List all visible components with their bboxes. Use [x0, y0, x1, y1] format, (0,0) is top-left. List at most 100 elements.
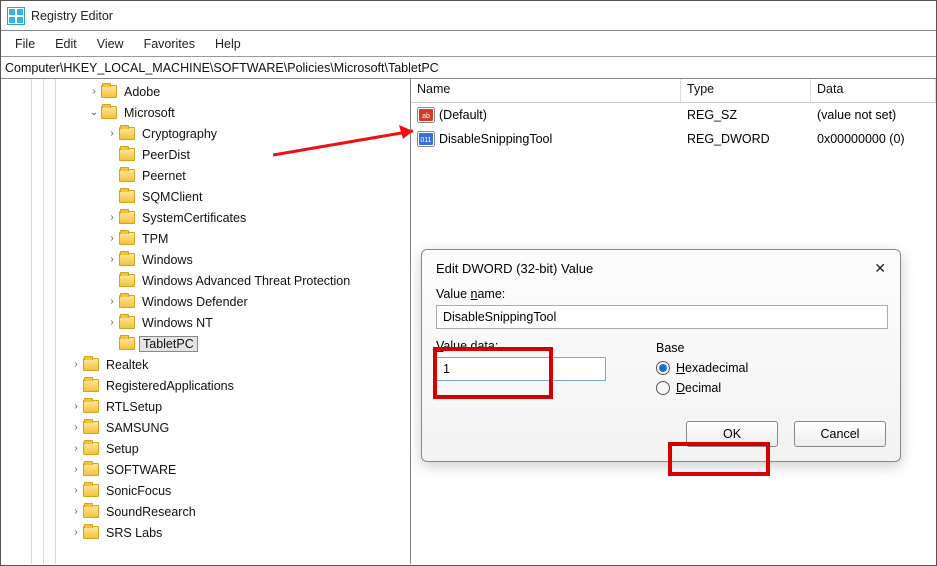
regedit-icon: [7, 7, 25, 25]
chevron-icon[interactable]: ›: [69, 401, 83, 412]
registry-tree[interactable]: ›Adobe⌄Microsoft›CryptographyPeerDistPee…: [1, 81, 410, 543]
tree-item-label: Windows: [139, 253, 196, 267]
menu-help[interactable]: Help: [205, 34, 251, 54]
chevron-icon[interactable]: ›: [105, 296, 119, 307]
tree-item[interactable]: › Cryptography: [1, 123, 410, 144]
folder-icon: [101, 85, 117, 98]
tree-item[interactable]: ›SOFTWARE: [1, 459, 410, 480]
base-label: Base: [656, 341, 886, 355]
value-name-label: Value name:: [436, 287, 886, 301]
col-data[interactable]: Data: [811, 79, 936, 102]
folder-icon: [83, 484, 99, 497]
tree-item[interactable]: ›Windows Defender: [1, 291, 410, 312]
tree-item-label: SonicFocus: [103, 484, 174, 498]
radio-icon: [656, 381, 670, 395]
tree-item-label: RegisteredApplications: [103, 379, 237, 393]
value-icon: ab: [417, 107, 435, 123]
folder-icon: [101, 106, 117, 119]
chevron-icon[interactable]: ›: [69, 359, 83, 370]
tree-item[interactable]: › SoundResearch: [1, 501, 410, 522]
chevron-icon[interactable]: ›: [69, 527, 83, 538]
chevron-icon[interactable]: ›: [69, 485, 83, 496]
col-type[interactable]: Type: [681, 79, 811, 102]
close-icon[interactable]: ✕: [874, 260, 886, 277]
radio-hexadecimal[interactable]: Hexadecimal: [656, 361, 886, 375]
tree-item-label: Windows NT: [139, 316, 216, 330]
value-row[interactable]: 011DisableSnippingToolREG_DWORD0x0000000…: [411, 127, 936, 151]
tree-item[interactable]: ⌄ Microsoft: [1, 102, 410, 123]
tree-item[interactable]: ›SystemCertificates: [1, 207, 410, 228]
folder-icon: [119, 169, 135, 182]
chevron-icon[interactable]: ›: [69, 506, 83, 517]
col-name[interactable]: Name: [411, 79, 681, 102]
tree-item[interactable]: › TPM: [1, 228, 410, 249]
tree-item-label: Peernet: [139, 169, 189, 183]
value-data-input[interactable]: [436, 357, 606, 381]
tree-item[interactable]: ›Adobe: [1, 81, 410, 102]
tree-item[interactable]: › SonicFocus: [1, 480, 410, 501]
chevron-icon[interactable]: ›: [105, 317, 119, 328]
tree-item-label: Cryptography: [139, 127, 220, 141]
menu-bar: File Edit View Favorites Help: [1, 31, 936, 57]
radio-icon: [656, 361, 670, 375]
tree-item-label: SoundResearch: [103, 505, 199, 519]
value-list[interactable]: ab(Default)REG_SZ(value not set)011Disab…: [411, 103, 936, 151]
tree-item[interactable]: SQMClient: [1, 186, 410, 207]
chevron-icon[interactable]: ›: [87, 86, 101, 97]
tree-item[interactable]: › RTLSetup: [1, 396, 410, 417]
tree-item-label: RTLSetup: [103, 400, 165, 414]
tree-item[interactable]: › SAMSUNG: [1, 417, 410, 438]
tree-item[interactable]: ›Realtek: [1, 354, 410, 375]
radio-decimal[interactable]: Decimal: [656, 381, 886, 395]
chevron-icon[interactable]: ›: [105, 233, 119, 244]
value-name: (Default): [439, 108, 487, 122]
svg-text:011: 011: [420, 137, 431, 144]
tree-item-label: SAMSUNG: [103, 421, 172, 435]
menu-file[interactable]: File: [5, 34, 45, 54]
tree-pane: ›Adobe⌄Microsoft›CryptographyPeerDistPee…: [1, 79, 411, 564]
menu-view[interactable]: View: [87, 34, 134, 54]
folder-icon: [83, 526, 99, 539]
folder-icon: [83, 400, 99, 413]
tree-item-label: TPM: [139, 232, 171, 246]
tree-item-label: TabletPC: [139, 336, 198, 352]
value-name-input[interactable]: DisableSnippingTool: [436, 305, 888, 329]
value-type: REG_DWORD: [681, 132, 811, 146]
folder-icon: [119, 253, 135, 266]
tree-item[interactable]: › Windows: [1, 249, 410, 270]
value-data: (value not set): [811, 108, 936, 122]
chevron-icon[interactable]: ›: [105, 254, 119, 265]
tree-item[interactable]: › SRS Labs: [1, 522, 410, 543]
menu-edit[interactable]: Edit: [45, 34, 87, 54]
value-name: DisableSnippingTool: [439, 132, 552, 146]
tree-item[interactable]: RegisteredApplications: [1, 375, 410, 396]
ok-button[interactable]: OK: [686, 421, 778, 447]
chevron-icon[interactable]: ›: [69, 443, 83, 454]
folder-icon: [83, 421, 99, 434]
tree-item[interactable]: TabletPC: [1, 333, 410, 354]
chevron-icon[interactable]: ›: [105, 128, 119, 139]
folder-icon: [119, 295, 135, 308]
chevron-icon[interactable]: ⌄: [87, 107, 101, 118]
tree-item-label: SRS Labs: [103, 526, 165, 540]
tree-item[interactable]: ›Setup: [1, 438, 410, 459]
chevron-icon[interactable]: ›: [69, 422, 83, 433]
tree-item-label: Microsoft: [121, 106, 178, 120]
folder-icon: [83, 463, 99, 476]
chevron-icon[interactable]: ›: [105, 212, 119, 223]
folder-icon: [119, 148, 135, 161]
address-path: Computer\HKEY_LOCAL_MACHINE\SOFTWARE\Pol…: [5, 61, 439, 75]
tree-item[interactable]: › Windows NT: [1, 312, 410, 333]
folder-icon: [83, 505, 99, 518]
tree-item-label: SQMClient: [139, 190, 205, 204]
address-bar[interactable]: Computer\HKEY_LOCAL_MACHINE\SOFTWARE\Pol…: [1, 57, 936, 79]
edit-dword-dialog: Edit DWORD (32-bit) Value ✕ Value name: …: [421, 249, 901, 462]
tree-item[interactable]: Peernet: [1, 165, 410, 186]
cancel-button[interactable]: Cancel: [794, 421, 886, 447]
menu-favorites[interactable]: Favorites: [134, 34, 205, 54]
tree-item[interactable]: Windows Advanced Threat Protection: [1, 270, 410, 291]
value-row[interactable]: ab(Default)REG_SZ(value not set): [411, 103, 936, 127]
tree-item[interactable]: PeerDist: [1, 144, 410, 165]
column-headers[interactable]: Name Type Data: [411, 79, 936, 103]
chevron-icon[interactable]: ›: [69, 464, 83, 475]
